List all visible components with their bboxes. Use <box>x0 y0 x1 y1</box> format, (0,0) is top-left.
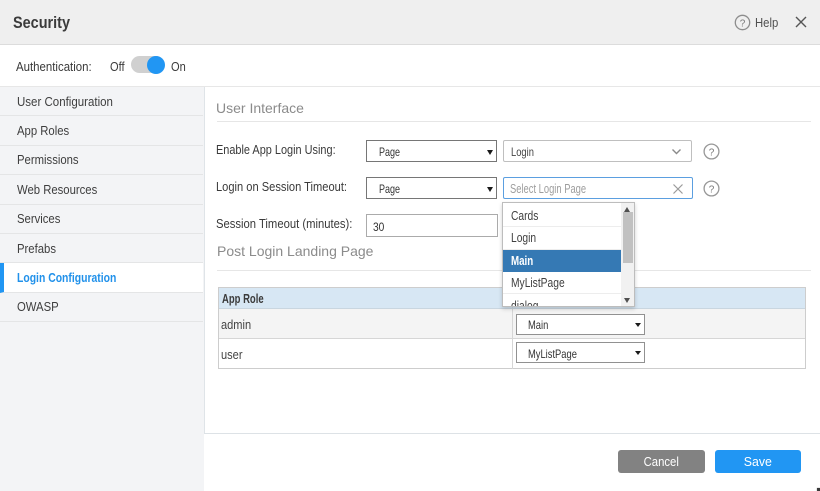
svg-text:?: ? <box>740 18 746 29</box>
svg-text:?: ? <box>709 147 715 158</box>
svg-text:?: ? <box>709 184 715 195</box>
